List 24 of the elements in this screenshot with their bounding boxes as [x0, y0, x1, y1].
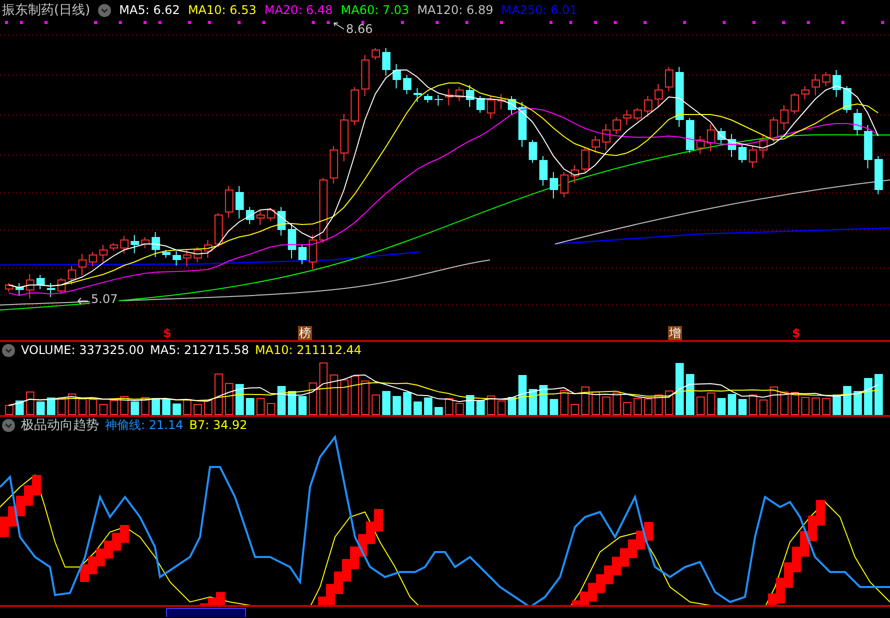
signal-marker: $	[792, 326, 800, 340]
indicator-value: MA5: 212715.58	[150, 343, 249, 357]
chevron-down-icon[interactable]	[2, 418, 15, 432]
indicator-value: MA60: 7.03	[340, 3, 410, 17]
indicator-value: MA20: 6.48	[264, 3, 333, 17]
low-price-label: 5.07	[90, 292, 119, 306]
high-price-label: 8.66	[346, 22, 373, 36]
indicator-value: VOLUME: 337325.00	[21, 343, 144, 357]
chevron-down-icon[interactable]	[2, 344, 15, 356]
signal-marker: $	[163, 326, 172, 340]
chevron-down-icon[interactable]	[98, 4, 112, 16]
indicator-value: MA10: 6.53	[188, 3, 256, 17]
indicator-value: MA5: 6.62	[119, 3, 180, 17]
signal-badge: 榜	[298, 326, 312, 340]
indicator-value: 神偷线: 21.14	[105, 416, 184, 434]
indicator-value: B7: 34.92	[189, 418, 248, 432]
indicator-value: MA250: 6.01	[501, 3, 578, 17]
indicator-value: MA10: 211112.44	[254, 343, 362, 357]
pointer-arrow-icon	[77, 297, 89, 305]
signal-badge: 增	[668, 326, 682, 340]
chart-title: 振东制药(日线)	[2, 2, 90, 19]
pointer-arrow-icon	[333, 22, 345, 30]
indicator-title: 极品动向趋势	[21, 417, 99, 434]
indicator-value: MA120: 6.89	[417, 3, 494, 17]
